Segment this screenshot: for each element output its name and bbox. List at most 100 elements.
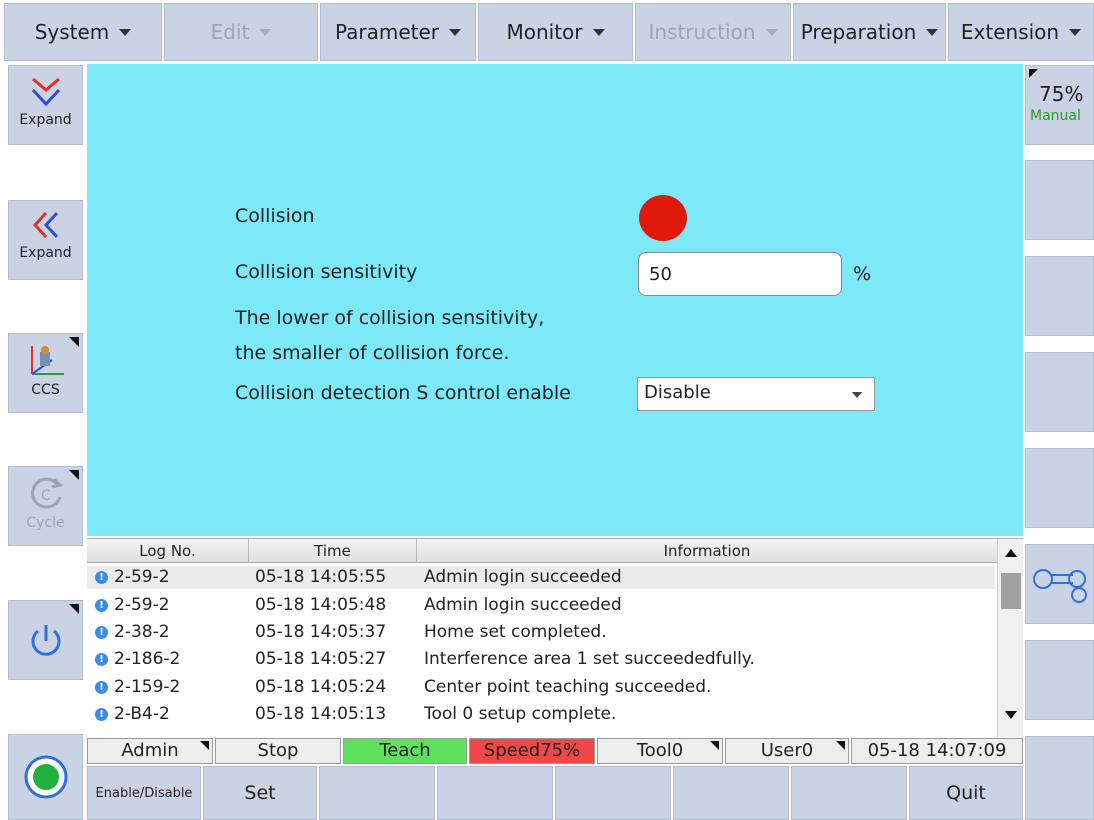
right-button-8[interactable] [1025, 736, 1094, 820]
scroll-thumb[interactable] [1001, 573, 1021, 609]
corner-marker-icon [69, 604, 79, 614]
corner-marker-icon [200, 741, 209, 750]
user-frame-status[interactable]: User0 [725, 738, 849, 764]
tool-status[interactable]: Tool0 [597, 738, 723, 764]
menu-extension[interactable]: Extension [948, 3, 1094, 61]
log-row[interactable]: ! 2-159-2 05-18 14:05:24 Center point te… [87, 676, 995, 699]
bottom-button-4[interactable] [437, 766, 553, 820]
set-label: Set [244, 782, 276, 804]
log-row[interactable]: ! 2-B4-2 05-18 14:05:13 Tool 0 setup com… [87, 703, 995, 726]
log-no: 2-38-2 [114, 622, 170, 642]
chevron-down-icon [1069, 28, 1082, 36]
sensitivity-unit: % [853, 263, 872, 285]
note-line-2: the smaller of collision force. [235, 342, 510, 364]
log-no: 2-B4-2 [114, 704, 170, 724]
log-scrollbar[interactable] [997, 539, 1023, 737]
menu-parameter-label: Parameter [334, 20, 440, 44]
corner-marker-icon [69, 337, 79, 347]
menu-extension-label: Extension [960, 20, 1060, 44]
menu-preparation-label: Preparation [800, 20, 917, 44]
cycle-label: Cycle [26, 515, 65, 531]
bottom-button-3[interactable] [319, 766, 435, 820]
menu-edit-label: Edit [210, 20, 250, 44]
run-status-label: Stop [257, 740, 299, 761]
set-button[interactable]: Set [203, 766, 317, 820]
cycle-icon: C [30, 477, 63, 509]
mode-value: Manual [1030, 108, 1081, 124]
robot-view-button[interactable] [1025, 544, 1094, 624]
power-button[interactable] [8, 600, 83, 680]
scroll-up-icon[interactable] [1005, 549, 1017, 557]
menu-system[interactable]: System [4, 3, 162, 61]
expand-down-button[interactable]: Expand [8, 65, 83, 145]
sensitivity-input[interactable] [638, 252, 842, 296]
double-chevron-down-icon [31, 77, 60, 107]
bottom-button-5[interactable] [555, 766, 671, 820]
log-header-no[interactable]: Log No. [87, 539, 249, 563]
quit-button[interactable]: Quit [909, 766, 1023, 820]
right-button-7[interactable] [1025, 640, 1094, 720]
info-icon: ! [95, 571, 108, 584]
chevron-down-icon [926, 28, 939, 36]
servo-status-button[interactable] [8, 734, 83, 820]
log-time: 05-18 14:05:48 [255, 595, 387, 615]
enable-disable-button[interactable]: Enable/Disable [87, 766, 201, 820]
coordinate-system-icon [30, 346, 64, 375]
power-icon [31, 625, 60, 656]
ccs-button[interactable]: CCS [8, 333, 83, 413]
s-control-select[interactable]: Disable [637, 377, 875, 411]
user-status[interactable]: Admin [87, 738, 213, 764]
mode-status: Teach [343, 738, 467, 764]
menu-bar: System Edit Parameter Monitor Instructio… [0, 0, 1094, 64]
status-circle-icon [24, 755, 67, 799]
user-frame-label: User0 [760, 740, 814, 761]
log-row[interactable]: ! 2-59-2 05-18 14:05:48 Admin login succ… [87, 594, 995, 617]
expand-left-label: Expand [19, 245, 72, 261]
speed-mode-button[interactable]: 75% Manual [1025, 65, 1094, 145]
right-button-4[interactable] [1025, 352, 1094, 432]
log-no: 2-59-2 [114, 595, 170, 615]
tool-status-label: Tool0 [636, 740, 684, 761]
menu-preparation[interactable]: Preparation [793, 3, 946, 61]
log-row[interactable]: ! 2-186-2 05-18 14:05:27 Interference ar… [87, 648, 995, 671]
corner-marker-icon [836, 741, 845, 750]
info-icon: ! [95, 626, 108, 639]
info-icon: ! [95, 681, 108, 694]
log-row[interactable]: ! 2-59-2 05-18 14:05:55 Admin login succ… [87, 566, 995, 589]
svg-text:C: C [41, 488, 51, 504]
user-status-label: Admin [121, 740, 179, 761]
log-info: Admin login succeeded [424, 567, 622, 587]
log-header-info[interactable]: Information [417, 539, 997, 563]
log-time: 05-18 14:05:55 [255, 567, 387, 587]
collision-status-indicator [639, 195, 687, 241]
right-button-3[interactable] [1025, 256, 1094, 336]
chevron-down-icon [592, 28, 605, 36]
log-time: 05-18 14:05:27 [255, 649, 387, 669]
right-button-5[interactable] [1025, 448, 1094, 528]
menu-parameter[interactable]: Parameter [320, 3, 476, 61]
scroll-down-icon[interactable] [1005, 711, 1017, 719]
log-row[interactable]: ! 2-38-2 05-18 14:05:37 Home set complet… [87, 621, 995, 644]
datetime-status: 05-18 14:07:09 [851, 738, 1023, 764]
menu-monitor[interactable]: Monitor [478, 3, 633, 61]
chevron-down-icon [259, 28, 272, 36]
menu-edit[interactable]: Edit [164, 3, 318, 61]
menu-instruction[interactable]: Instruction [635, 3, 791, 61]
log-header-time[interactable]: Time [249, 539, 417, 563]
corner-marker-icon [710, 741, 719, 750]
log-no: 2-159-2 [114, 677, 181, 697]
collision-settings-panel: Collision Collision sensitivity % The lo… [87, 64, 1023, 536]
info-icon: ! [95, 653, 108, 666]
right-button-2[interactable] [1025, 160, 1094, 240]
chevron-down-icon [449, 28, 462, 36]
expand-left-button[interactable]: Expand [8, 200, 83, 280]
log-time: 05-18 14:05:13 [255, 704, 387, 724]
log-info: Tool 0 setup complete. [424, 704, 617, 724]
menu-system-label: System [34, 20, 110, 44]
log-no: 2-186-2 [114, 649, 181, 669]
speed-value: 75% [1039, 82, 1084, 106]
run-status: Stop [215, 738, 341, 764]
cycle-button[interactable]: C Cycle [8, 466, 83, 546]
bottom-button-7[interactable] [791, 766, 907, 820]
bottom-button-6[interactable] [673, 766, 789, 820]
